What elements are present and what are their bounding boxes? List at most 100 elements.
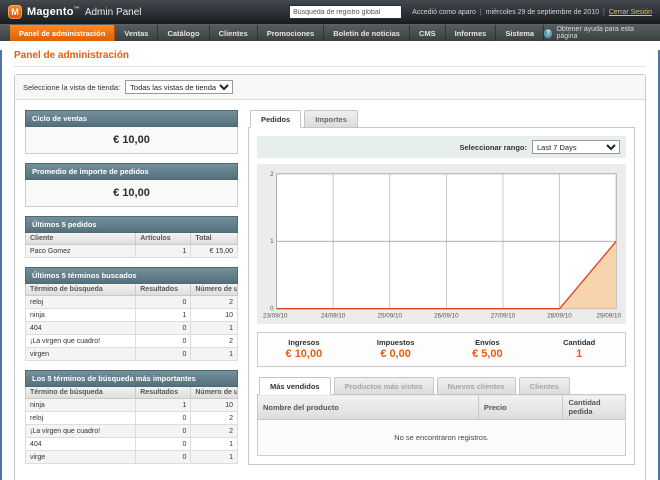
brand-name: Magento™ bbox=[27, 6, 80, 18]
date-text: miércoles 29 de septiembre de 2010 bbox=[486, 9, 599, 16]
cell-value: 1 bbox=[191, 348, 238, 361]
svg-text:1: 1 bbox=[270, 238, 274, 245]
lifetime-sales-value: € 10,00 bbox=[25, 127, 238, 154]
cell-label: ¡La virgen que cuadro! bbox=[26, 425, 136, 438]
total-value: € 10,00 bbox=[258, 348, 350, 360]
store-switcher: Seleccione la vista de tienda: Todas las… bbox=[15, 75, 645, 100]
tab-pedidos[interactable]: Pedidos bbox=[250, 110, 301, 128]
column-header[interactable]: Resultados bbox=[136, 387, 191, 399]
table-row[interactable]: Paco Gomez1€ 15,00 bbox=[26, 245, 238, 258]
store-switcher-label: Seleccione la vista de tienda: bbox=[23, 83, 120, 92]
table-row[interactable]: ¡La virgen que cuadro!02 bbox=[26, 425, 238, 438]
separator: | bbox=[603, 9, 605, 16]
range-select[interactable]: Last 7 Days bbox=[532, 140, 620, 154]
cell-value: 10 bbox=[191, 309, 238, 322]
column-header[interactable]: Término de búsqueda bbox=[26, 387, 136, 399]
cell-value: 0 bbox=[136, 438, 191, 451]
header-meta: Accedió como aparo | miércoles 29 de sep… bbox=[412, 9, 652, 16]
logout-link[interactable]: Cerrar Sesión bbox=[609, 9, 652, 16]
help-link[interactable]: ? Obtener ayuda para esta página bbox=[544, 25, 660, 41]
table-header-row: Término de búsqueda Resultados Número de… bbox=[26, 387, 238, 399]
bestsellers-grid: Nombre del producto Precio Cantidad pedi… bbox=[257, 394, 626, 456]
nav-item-informes[interactable]: Informes bbox=[446, 25, 497, 41]
total-envios: Envíos € 5,00 bbox=[442, 338, 534, 360]
nav-item-sistema[interactable]: Sistema bbox=[496, 25, 544, 41]
table-row[interactable]: ninja110 bbox=[26, 309, 238, 322]
dashboard-container: Seleccione la vista de tienda: Todas las… bbox=[14, 74, 646, 480]
column-header[interactable]: Número de usos bbox=[191, 284, 238, 296]
cell-label: virge bbox=[26, 451, 136, 464]
cell-value: 1 bbox=[191, 322, 238, 335]
svg-text:28/09/10: 28/09/10 bbox=[547, 312, 572, 319]
cell-value: 1 bbox=[136, 245, 191, 258]
column-header[interactable]: Resultados bbox=[136, 284, 191, 296]
main-nav: Panel de administración Ventas Catálogo … bbox=[0, 24, 660, 41]
divider bbox=[14, 66, 646, 67]
table-row[interactable]: reloj02 bbox=[26, 296, 238, 309]
cell-value: 1 bbox=[136, 399, 191, 412]
nav-item-catalogo[interactable]: Catálogo bbox=[158, 25, 209, 41]
separator: | bbox=[480, 9, 482, 16]
column-header[interactable]: Término de búsqueda bbox=[26, 284, 136, 296]
column-header[interactable]: Artículos bbox=[136, 233, 191, 245]
cell-label: reloj bbox=[26, 412, 136, 425]
page-body: Panel de administración Seleccione la vi… bbox=[0, 50, 660, 480]
chart-area: 01223/09/1024/09/1025/09/1026/09/1027/09… bbox=[257, 164, 626, 324]
total-label: Ingresos bbox=[258, 338, 350, 347]
empty-message: No se encontraron registros. bbox=[258, 420, 626, 456]
right-column: Pedidos Importes Seleccionar rango: Last… bbox=[248, 110, 635, 473]
help-label: Obtener ayuda para esta página bbox=[556, 26, 650, 40]
cell-label: Paco Gomez bbox=[26, 245, 136, 258]
nav-item-cms[interactable]: CMS bbox=[410, 25, 446, 41]
tab-clientes[interactable]: Clientes bbox=[519, 377, 570, 395]
total-value: 1 bbox=[533, 348, 625, 360]
table-row[interactable]: reloj02 bbox=[26, 412, 238, 425]
top-search-terms-box: Los 5 términos de búsqueda más important… bbox=[25, 370, 238, 464]
cell-value: 0 bbox=[136, 322, 191, 335]
table-header-row: Cliente Artículos Total bbox=[26, 233, 238, 245]
nav-item-boletin-de-noticias[interactable]: Boletín de noticias bbox=[324, 25, 410, 41]
table-row[interactable]: virge01 bbox=[26, 451, 238, 464]
table-row[interactable]: virgen01 bbox=[26, 348, 238, 361]
question-globe-icon: ? bbox=[544, 29, 552, 38]
left-column: Ciclo de ventas € 10,00 Promedio de impo… bbox=[25, 110, 238, 473]
box-title: Ciclo de ventas bbox=[25, 110, 238, 127]
svg-text:27/09/10: 27/09/10 bbox=[491, 312, 516, 319]
orders-chart: 01223/09/1024/09/1025/09/1026/09/1027/09… bbox=[261, 169, 622, 322]
column-header[interactable]: Cantidad pedida bbox=[563, 395, 626, 420]
cell-label: 404 bbox=[26, 438, 136, 451]
nav-item-panel-de-administracion[interactable]: Panel de administración bbox=[10, 25, 115, 41]
column-header[interactable]: Cliente bbox=[26, 233, 136, 245]
column-header[interactable]: Número de usos bbox=[191, 387, 238, 399]
brand: M Magento™ Admin Panel bbox=[8, 5, 142, 19]
dashboard-columns: Ciclo de ventas € 10,00 Promedio de impo… bbox=[15, 100, 645, 480]
column-header[interactable]: Nombre del producto bbox=[258, 395, 479, 420]
store-view-select[interactable]: Todas las vistas de tienda bbox=[125, 80, 233, 94]
tab-nuevos-clientes[interactable]: Nuevos clientes bbox=[437, 377, 516, 395]
totals-bar: Ingresos € 10,00 Impuestos € 0,00 Envíos… bbox=[257, 332, 626, 367]
grids-tabs: Más vendidos Productos más vistos Nuevos… bbox=[257, 377, 626, 395]
nav-item-clientes[interactable]: Clientes bbox=[210, 25, 258, 41]
lifetime-sales-box: Ciclo de ventas € 10,00 bbox=[25, 110, 238, 154]
tab-productos-mas-vistos[interactable]: Productos más vistos bbox=[334, 377, 434, 395]
table-row[interactable]: ninja110 bbox=[26, 399, 238, 412]
table-row[interactable]: 40401 bbox=[26, 322, 238, 335]
tab-mas-vendidos[interactable]: Más vendidos bbox=[259, 377, 331, 395]
table-row[interactable]: 40401 bbox=[26, 438, 238, 451]
magento-logo-icon: M bbox=[8, 5, 22, 19]
column-header[interactable]: Total bbox=[191, 233, 238, 245]
cell-value: 0 bbox=[136, 296, 191, 309]
nav-item-ventas[interactable]: Ventas bbox=[115, 25, 158, 41]
tab-importes[interactable]: Importes bbox=[304, 110, 358, 128]
table-row[interactable]: ¡La virgen que cuadro!02 bbox=[26, 335, 238, 348]
box-title: Últimos 5 pedidos bbox=[25, 216, 238, 233]
total-value: € 5,00 bbox=[442, 348, 534, 360]
total-ingresos: Ingresos € 10,00 bbox=[258, 338, 350, 360]
svg-text:24/09/10: 24/09/10 bbox=[321, 312, 346, 319]
cell-value: 0 bbox=[136, 348, 191, 361]
cell-value: 1 bbox=[191, 438, 238, 451]
column-header[interactable]: Precio bbox=[478, 395, 563, 420]
header: M Magento™ Admin Panel Accedió como apar… bbox=[0, 0, 660, 24]
global-search-input[interactable] bbox=[289, 5, 402, 19]
nav-item-promociones[interactable]: Promociones bbox=[258, 25, 325, 41]
